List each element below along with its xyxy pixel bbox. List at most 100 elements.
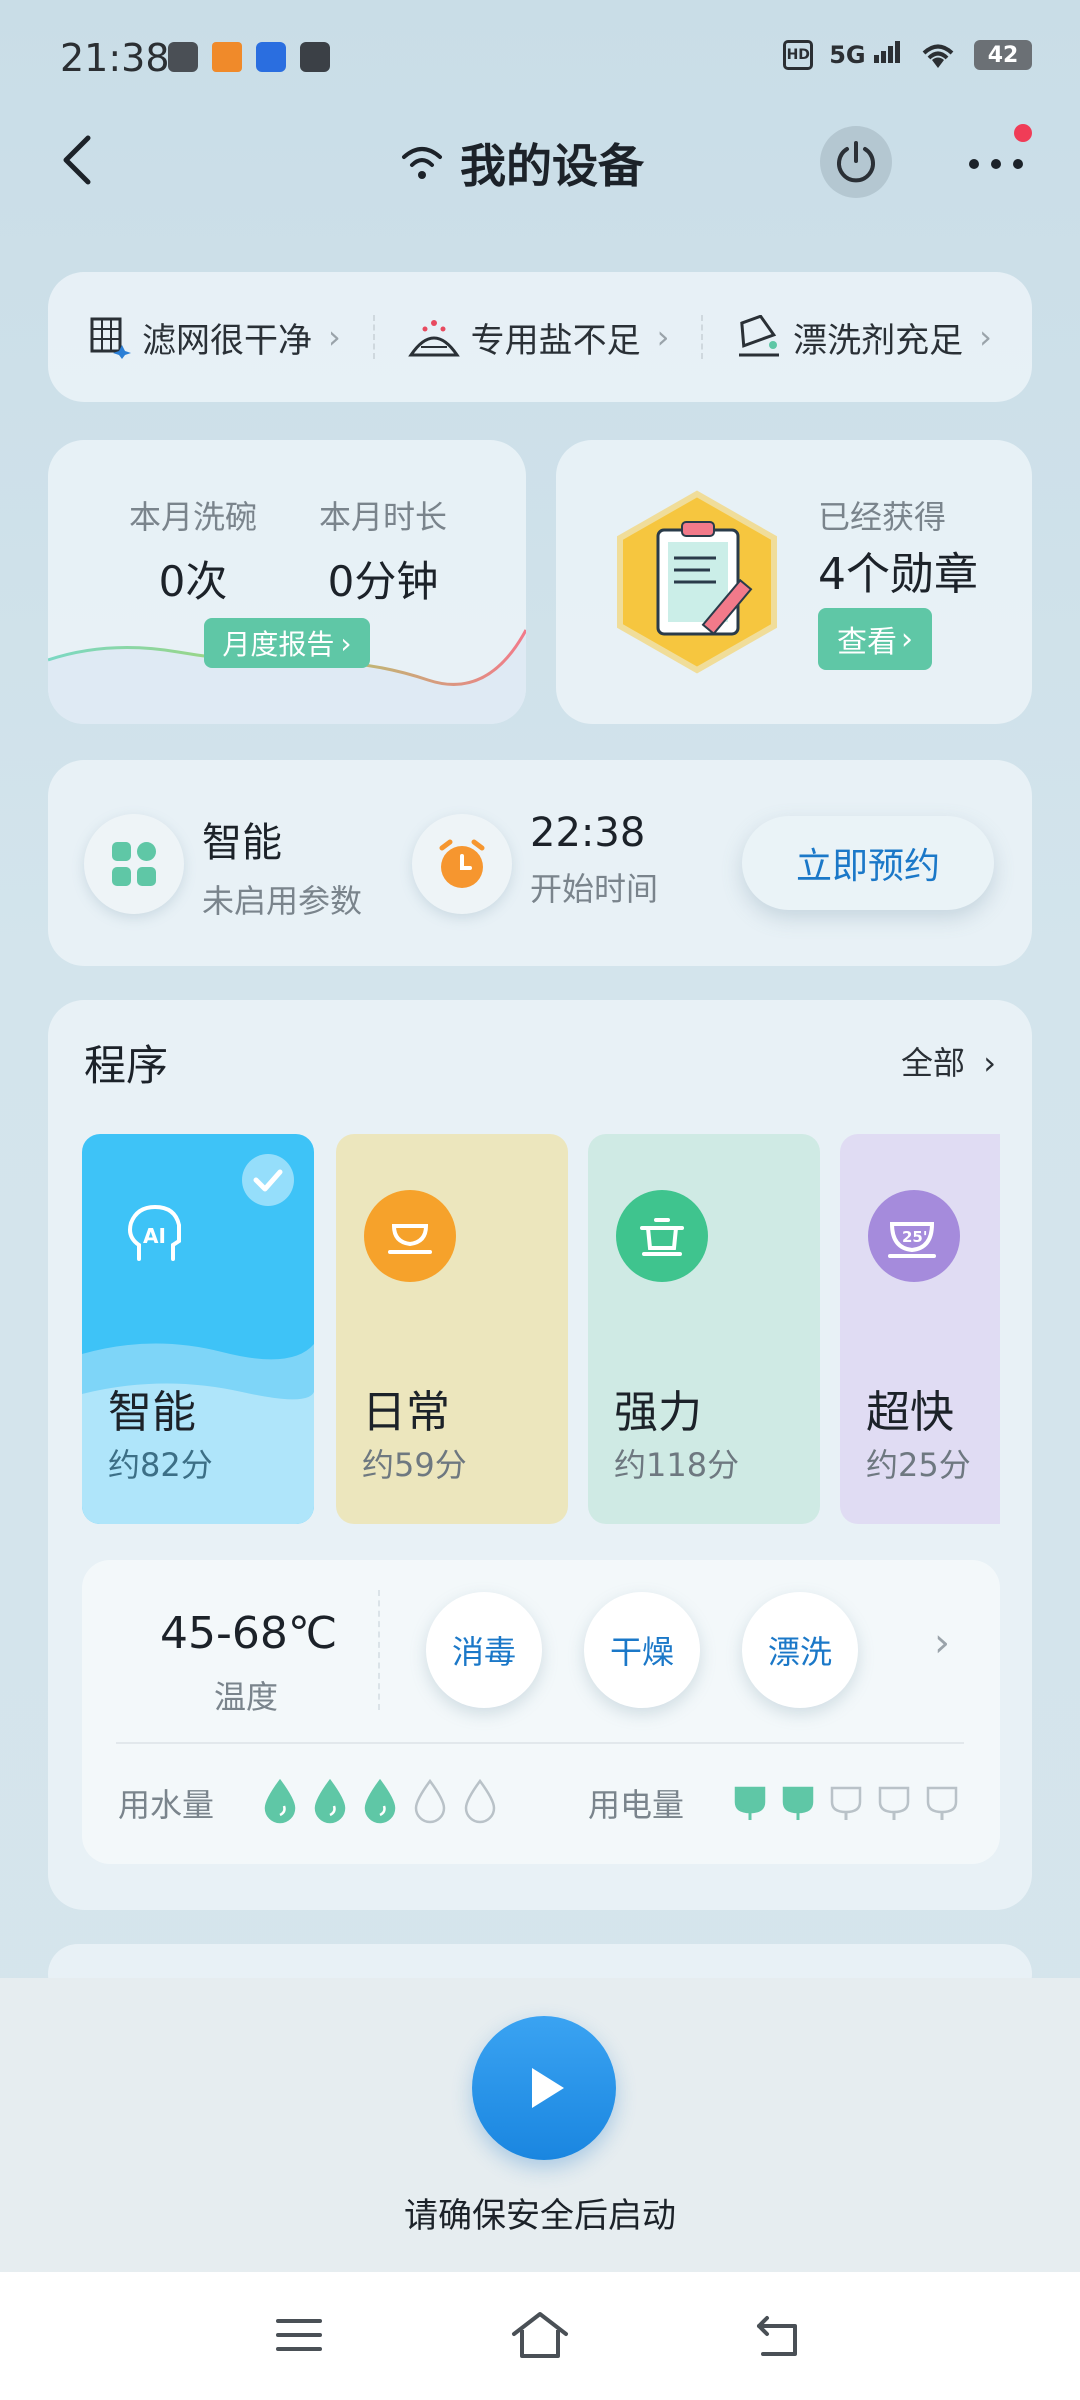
rinse-aid-status-label: 漂洗剂充足: [793, 320, 964, 361]
program-duration: 约25分: [866, 1446, 971, 1484]
book-now-button[interactable]: 立即预约: [742, 816, 994, 910]
menu-nav-button[interactable]: [264, 2300, 334, 2370]
badges-count: 4个勋章: [818, 549, 978, 600]
hd-icon: HD: [783, 40, 814, 70]
program-card: 程序 全部 › AI 智能 约82分 日常 约59分 强力 约118分 25' …: [48, 1000, 1032, 1910]
rinse-aid-icon: [739, 315, 780, 357]
plug-empty-icon: [926, 1786, 958, 1820]
start-time-button[interactable]: [412, 814, 512, 914]
pot-icon: [616, 1190, 708, 1282]
back-nav-button[interactable]: [746, 2300, 816, 2370]
smart-mode-subtitle: 未启用参数: [202, 882, 363, 920]
water-usage-meter: [262, 1778, 498, 1824]
app-notification-icon: [168, 42, 198, 72]
page-title-group: 我的设备: [400, 130, 644, 196]
grid-apps-icon: [112, 842, 156, 886]
more-icon: [969, 159, 1023, 169]
system-icons: HD 5G 42: [783, 40, 1032, 70]
plug-filled-icon: [782, 1786, 814, 1820]
water-drop-filled-icon: [314, 1778, 346, 1824]
schedule-card: 智能 未启用参数 22:38 开始时间 立即预约: [48, 760, 1032, 966]
divider: [372, 315, 375, 359]
program-name: 日常: [362, 1387, 450, 1438]
divider: [701, 315, 704, 359]
rinse-button[interactable]: 漂洗: [742, 1592, 858, 1708]
chevron-right-icon: ›: [979, 318, 992, 356]
view-badges-button[interactable]: 查看 ›: [818, 608, 932, 670]
badge-clipboard-icon: [617, 490, 777, 674]
program-tile-quick[interactable]: 25' 超快 约25分: [840, 1134, 1000, 1524]
all-programs-link[interactable]: 全部 ›: [901, 1038, 996, 1084]
smart-mode-title: 智能: [202, 820, 282, 866]
monthly-stats-card[interactable]: 本月洗碗 0次 本月时长 0分钟 月度报告 ›: [48, 440, 526, 724]
filter-status-label: 滤网很干净: [142, 320, 312, 361]
plate-icon: [364, 1190, 456, 1282]
cup-25-icon: 25': [868, 1190, 960, 1282]
all-programs-label: 全部: [901, 1044, 966, 1082]
filter-icon: [90, 317, 131, 359]
power-icon: [837, 141, 875, 183]
chevron-right-icon: ›: [328, 318, 341, 356]
wash-count-label: 本月洗碗: [128, 498, 257, 536]
program-name: 智能: [108, 1387, 196, 1438]
filter-status[interactable]: 滤网很干净 ›: [88, 313, 341, 362]
alarm-clock-icon: [439, 839, 485, 888]
program-section-title: 程序: [84, 1041, 169, 1090]
power-usage-label: 用电量: [588, 1786, 685, 1824]
svg-text:AI: AI: [143, 1224, 166, 1248]
monthly-report-button[interactable]: 月度报告 ›: [204, 618, 370, 668]
divider: [378, 1590, 380, 1710]
notification-icons: [168, 42, 330, 72]
program-options-panel: 45-68℃ 温度 消毒 干燥 漂洗 › 用水量 用电量: [82, 1560, 1000, 1864]
water-usage-label: 用水量: [118, 1786, 215, 1824]
temperature-value[interactable]: 45-68℃: [160, 1608, 337, 1659]
chevron-right-icon: ›: [983, 1044, 996, 1082]
water-drop-filled-icon: [264, 1778, 296, 1824]
ai-head-icon: AI: [110, 1190, 202, 1282]
wifi-icon: [402, 147, 442, 179]
battery-indicator: 42: [974, 40, 1032, 70]
program-name: 超快: [866, 1387, 954, 1438]
selected-check-icon: [242, 1154, 294, 1206]
start-time-value: 22:38: [530, 810, 646, 856]
wash-count-stat: 本月洗碗 0次: [98, 492, 288, 609]
program-duration: 约118分: [614, 1446, 740, 1484]
smart-mode-info[interactable]: 智能 未启用参数: [202, 810, 362, 922]
menu-icon: [276, 2319, 322, 2351]
salt-status[interactable]: 专用盐不足 ›: [407, 313, 669, 362]
program-name: 强力: [614, 1387, 702, 1438]
program-tile-daily[interactable]: 日常 约59分: [336, 1134, 568, 1524]
back-button[interactable]: [50, 130, 110, 190]
power-button[interactable]: [820, 126, 892, 198]
salt-icon: [407, 320, 460, 357]
more-button[interactable]: [960, 136, 1032, 186]
sterilize-button[interactable]: 消毒: [426, 1592, 542, 1708]
water-drop-empty-icon: [464, 1778, 496, 1824]
plug-empty-icon: [830, 1786, 862, 1820]
program-tile-smart[interactable]: AI 智能 约82分: [82, 1134, 314, 1524]
plug-empty-icon: [878, 1786, 910, 1820]
dry-button[interactable]: 干燥: [584, 1592, 700, 1708]
rinse-aid-status[interactable]: 漂洗剂充足 ›: [735, 313, 992, 362]
app-notification-icon: [256, 42, 286, 72]
divider: [116, 1742, 964, 1744]
badges-card[interactable]: 已经获得 4个勋章 查看 ›: [556, 440, 1032, 724]
start-button[interactable]: [472, 2016, 616, 2160]
program-tile-intensive[interactable]: 强力 约118分: [588, 1134, 820, 1524]
5g-signal-icon: 5G: [829, 41, 902, 69]
temperature-label: 温度: [214, 1678, 279, 1716]
page-title: 我的设备: [460, 139, 644, 193]
program-duration: 约82分: [108, 1446, 213, 1484]
view-badges-label: 查看: [837, 625, 897, 660]
badges-label: 已经获得: [818, 498, 947, 536]
start-safety-hint: 请确保安全后启动: [404, 2196, 676, 2236]
start-time-info[interactable]: 22:38 开始时间: [530, 810, 658, 910]
home-nav-button[interactable]: [505, 2300, 575, 2370]
duration-value: 0分钟: [327, 557, 439, 606]
return-icon: [757, 2316, 797, 2356]
power-usage-meter: [732, 1782, 960, 1822]
play-icon: [532, 2068, 564, 2108]
chevron-right-icon[interactable]: ›: [934, 1620, 950, 1666]
chevron-right-icon: ›: [901, 621, 913, 657]
smart-mode-button[interactable]: [84, 814, 184, 914]
